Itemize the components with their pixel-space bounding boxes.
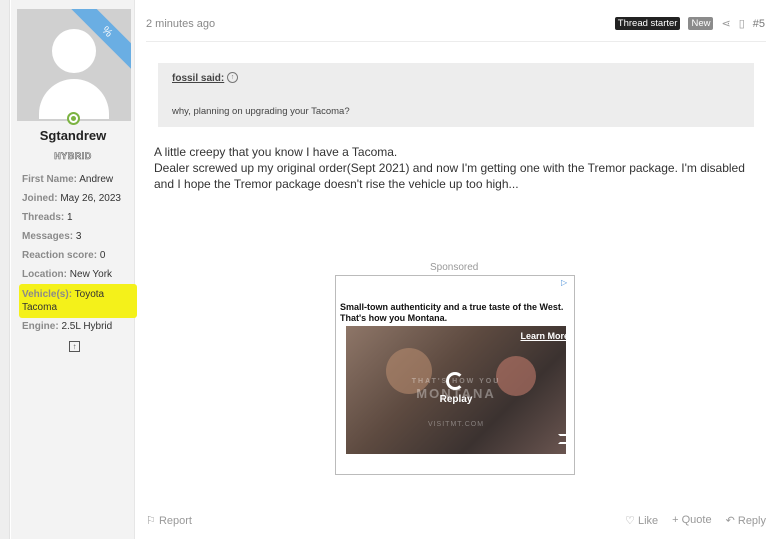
jump-to-quote-icon[interactable]: ↑: [227, 72, 238, 83]
divider: [146, 41, 766, 42]
field-joined: Joined: May 26, 2023: [22, 193, 121, 204]
field-reaction-score: Reaction score: 0: [22, 250, 106, 261]
new-badge: New: [688, 17, 714, 30]
like-label: Like: [637, 515, 659, 527]
post-actions: ♡ Like + Quote ↶ Reply: [625, 514, 766, 527]
replay-label[interactable]: Replay: [346, 394, 566, 405]
quote-button[interactable]: + Quote: [672, 514, 711, 527]
percent-icon: %: [99, 24, 115, 40]
quote-block: fossil said: ↑ why, planning on upgradin…: [158, 63, 754, 127]
share-icon[interactable]: ⋖: [721, 17, 730, 30]
reply-label: Reply: [737, 515, 766, 527]
report-label: Report: [158, 515, 192, 527]
post-number[interactable]: #5: [753, 18, 765, 30]
field-messages: Messages: 3: [22, 231, 82, 242]
learn-more-link[interactable]: Learn More: [520, 331, 569, 341]
bell-icon: ⚐: [146, 515, 156, 527]
field-vehicles: Vehicle(s): Toyota Tacoma: [22, 289, 105, 313]
report-button[interactable]: ⚐ Report: [146, 514, 192, 527]
quote-text: why, planning on upgrading your Tacoma?: [172, 106, 350, 117]
post-body-line-1: A little creepy that you know I have a T…: [154, 145, 398, 159]
expand-arrow-icon[interactable]: ↑: [69, 341, 80, 352]
thumbs-up-icon: ♡: [625, 515, 635, 527]
replay-icon[interactable]: [446, 372, 464, 390]
ad-unit[interactable]: ▷ Small-town authenticity and a true tas…: [335, 275, 575, 475]
avatar[interactable]: %: [17, 9, 131, 121]
quote-author[interactable]: fossil said:: [172, 73, 224, 84]
user-column: % Sgtandrew HYBRID First Name: Andrew Jo…: [11, 0, 137, 539]
field-location: Location: New York: [22, 269, 113, 280]
like-button[interactable]: ♡ Like: [625, 514, 658, 527]
user-title: HYBRID: [54, 151, 92, 162]
post-body: A little creepy that you know I have a T…: [154, 144, 764, 192]
ad-overlay-url: VISITMT.COM: [427, 421, 485, 428]
left-strip: [0, 0, 10, 539]
field-first-name: First Name: Andrew: [22, 174, 114, 185]
post-header-actions: Thread starter New ⋖ ▯ #5: [614, 17, 765, 30]
fullscreen-icon[interactable]: [558, 434, 568, 444]
sponsored-label: Sponsored: [430, 262, 479, 273]
reply-icon: ↶: [725, 515, 735, 527]
bookmark-icon[interactable]: ▯: [739, 17, 745, 30]
reply-button[interactable]: ↶ Reply: [726, 514, 766, 527]
thread-starter-badge: Thread starter: [614, 17, 681, 30]
post: 2 minutes ago Thread starter New ⋖ ▯ #5 …: [146, 0, 775, 539]
page: % Sgtandrew HYBRID First Name: Andrew Jo…: [0, 0, 775, 539]
post-body-line-2: Dealer screwed up my original order(Sept…: [154, 161, 745, 191]
post-time[interactable]: 2 minutes ago: [146, 18, 215, 30]
field-engine: Engine: 2.5L Hybrid: [22, 321, 113, 332]
field-threads: Threads: 1: [22, 212, 73, 223]
online-status-icon: [67, 112, 80, 125]
username[interactable]: Sgtandrew: [11, 128, 135, 143]
adchoices-icon[interactable]: ▷: [561, 278, 571, 287]
ad-headline[interactable]: Small-town authenticity and a true taste…: [340, 302, 570, 324]
